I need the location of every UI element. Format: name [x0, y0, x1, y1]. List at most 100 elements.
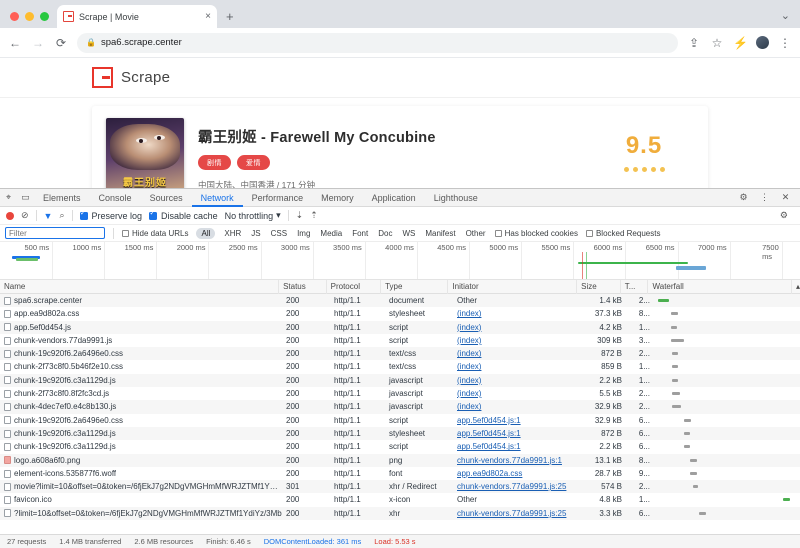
close-window-button[interactable]: [10, 12, 19, 21]
filter-type-font[interactable]: Font: [351, 229, 369, 238]
filter-type-js[interactable]: JS: [250, 229, 261, 238]
tab-sources[interactable]: Sources: [141, 189, 192, 207]
table-row[interactable]: chunk-vendors.77da9991.js200http/1.1scri…: [0, 334, 800, 347]
column-header-initiator[interactable]: Initiator: [448, 280, 577, 294]
tab-performance[interactable]: Performance: [243, 189, 313, 207]
address-bar[interactable]: 🔒 spa6.scrape.center: [77, 33, 678, 53]
table-row[interactable]: app.ea9d802a.css200http/1.1stylesheet(in…: [0, 307, 800, 320]
column-header-name[interactable]: Name: [0, 280, 279, 294]
network-settings-gear-icon[interactable]: ⚙: [780, 210, 788, 221]
tab-application[interactable]: Application: [363, 189, 425, 207]
requests-table-body[interactable]: spa6.scrape.center200http/1.1documentOth…: [0, 294, 800, 534]
filter-type-other[interactable]: Other: [465, 229, 487, 238]
tab-network[interactable]: Network: [192, 189, 243, 207]
extensions-icon[interactable]: ⚡: [733, 36, 747, 50]
table-row[interactable]: chunk-2f73c8f0.8f2fc3cd.js200http/1.1jav…: [0, 387, 800, 400]
table-row[interactable]: chunk-4dec7ef0.e4c8b130.js200http/1.1jav…: [0, 400, 800, 413]
filter-type-all[interactable]: All: [196, 228, 215, 239]
table-row[interactable]: chunk-19c920f6.c3a1129d.js200http/1.1jav…: [0, 374, 800, 387]
table-row[interactable]: ?limit=10&offset=0&token=/6fjEkJ7g2NDgVM…: [0, 507, 800, 520]
share-icon[interactable]: ⇪: [687, 36, 701, 50]
initiator-link[interactable]: (index): [457, 362, 481, 371]
table-row[interactable]: chunk-2f73c8f0.5b46f2e10.css200http/1.1t…: [0, 360, 800, 373]
column-header-protocol[interactable]: Protocol: [327, 280, 381, 294]
movie-tag[interactable]: 爱情: [237, 155, 270, 170]
table-row[interactable]: chunk-19c920f6.c3a1129d.js200http/1.1sty…: [0, 427, 800, 440]
table-row[interactable]: movie?limit=10&offset=0&token=/6fjEkJ7g2…: [0, 480, 800, 493]
initiator-link[interactable]: (index): [457, 323, 481, 332]
filter-type-manifest[interactable]: Manifest: [424, 229, 456, 238]
hide-data-urls-checkbox[interactable]: Hide data URLs: [122, 229, 188, 238]
filter-type-img[interactable]: Img: [296, 229, 311, 238]
column-header-status[interactable]: Status: [279, 280, 327, 294]
table-row[interactable]: favicon.ico200http/1.1x-iconOther4.8 kB1…: [0, 493, 800, 506]
gear-icon[interactable]: ⚙: [735, 192, 752, 203]
window-menu-icon[interactable]: ⌄: [781, 9, 790, 22]
table-row[interactable]: chunk-19c920f6.c3a1129d.js200http/1.1scr…: [0, 440, 800, 453]
table-row[interactable]: logo.a608a6f0.png200http/1.1pngchunk-ven…: [0, 454, 800, 467]
device-toolbar-icon[interactable]: ▭: [17, 192, 34, 203]
column-header-size[interactable]: Size: [577, 280, 621, 294]
initiator-link[interactable]: (index): [457, 336, 481, 345]
waterfall-bar: [671, 312, 678, 315]
table-row[interactable]: chunk-19c920f6.2a6496e0.css200http/1.1te…: [0, 347, 800, 360]
forward-icon[interactable]: →: [31, 36, 45, 50]
table-row[interactable]: app.5ef0d454.js200http/1.1script(index)4…: [0, 321, 800, 334]
filter-type-doc[interactable]: Doc: [377, 229, 393, 238]
network-overview-timeline[interactable]: 500 ms1000 ms1500 ms2000 ms2500 ms3000 m…: [0, 242, 800, 280]
initiator-link[interactable]: app.5ef0d454.js:1: [457, 416, 521, 425]
initiator-link[interactable]: (index): [457, 309, 481, 318]
inspect-element-icon[interactable]: ⌖: [0, 192, 17, 203]
tab-memory[interactable]: Memory: [312, 189, 363, 207]
clear-icon[interactable]: ⊘: [21, 210, 29, 221]
initiator-link[interactable]: chunk-vendors.77da9991.js:1: [457, 456, 562, 465]
avatar[interactable]: [756, 36, 769, 49]
filter-input[interactable]: [5, 227, 105, 239]
initiator-link[interactable]: (index): [457, 389, 481, 398]
tab-lighthouse[interactable]: Lighthouse: [425, 189, 487, 207]
more-vertical-icon[interactable]: ⋮: [756, 192, 773, 203]
initiator-link[interactable]: chunk-vendors.77da9991.js:25: [457, 482, 566, 491]
filter-type-css[interactable]: CSS: [270, 229, 288, 238]
search-icon[interactable]: ⌕: [59, 210, 64, 221]
initiator-link[interactable]: (index): [457, 376, 481, 385]
table-row[interactable]: element-icons.535877f6.woff200http/1.1fo…: [0, 467, 800, 480]
filter-icon[interactable]: ▼: [44, 211, 53, 221]
has-blocked-cookies-checkbox[interactable]: Has blocked cookies: [495, 229, 578, 238]
browser-tab[interactable]: Scrape | Movie ×: [57, 5, 217, 28]
movie-tag[interactable]: 剧情: [198, 155, 231, 170]
reload-icon[interactable]: ⟳: [54, 36, 68, 50]
filter-type-media[interactable]: Media: [319, 229, 343, 238]
initiator-link[interactable]: (index): [457, 402, 481, 411]
filter-type-xhr[interactable]: XHR: [223, 229, 242, 238]
initiator-link[interactable]: app.5ef0d454.js:1: [457, 429, 521, 438]
disable-cache-checkbox[interactable]: Disable cache: [149, 211, 218, 221]
initiator-link[interactable]: app.5ef0d454.js:1: [457, 442, 521, 451]
back-icon[interactable]: ←: [8, 36, 22, 50]
column-header-type[interactable]: Type: [381, 280, 448, 294]
new-tab-button[interactable]: +: [217, 9, 243, 28]
tab-elements[interactable]: Elements: [34, 189, 90, 207]
blocked-requests-checkbox[interactable]: Blocked Requests: [586, 229, 660, 238]
table-row[interactable]: spa6.scrape.center200http/1.1documentOth…: [0, 294, 800, 307]
close-icon[interactable]: ✕: [777, 192, 794, 203]
import-har-icon[interactable]: ⇣: [296, 210, 304, 221]
maximize-window-button[interactable]: [40, 12, 49, 21]
close-icon[interactable]: ×: [205, 12, 211, 22]
export-har-icon[interactable]: ⇡: [310, 210, 318, 221]
more-vertical-icon[interactable]: ⋮: [778, 36, 792, 50]
initiator-link[interactable]: app.ea9d802a.css: [457, 469, 522, 478]
bookmark-star-icon[interactable]: ☆: [710, 36, 724, 50]
file-icon: [4, 376, 11, 384]
minimize-window-button[interactable]: [25, 12, 34, 21]
tab-console[interactable]: Console: [90, 189, 141, 207]
initiator-link[interactable]: (index): [457, 349, 481, 358]
table-row[interactable]: chunk-19c920f6.2a6496e0.css200http/1.1sc…: [0, 414, 800, 427]
filter-type-ws[interactable]: WS: [401, 229, 416, 238]
column-header-waterfall[interactable]: Waterfall: [648, 280, 792, 294]
initiator-link[interactable]: chunk-vendors.77da9991.js:25: [457, 509, 566, 518]
record-button[interactable]: [6, 212, 14, 220]
preserve-log-checkbox[interactable]: Preserve log: [80, 211, 143, 221]
throttling-select[interactable]: No throttling ▾: [225, 210, 281, 221]
column-header-t[interactable]: T...: [621, 280, 649, 294]
